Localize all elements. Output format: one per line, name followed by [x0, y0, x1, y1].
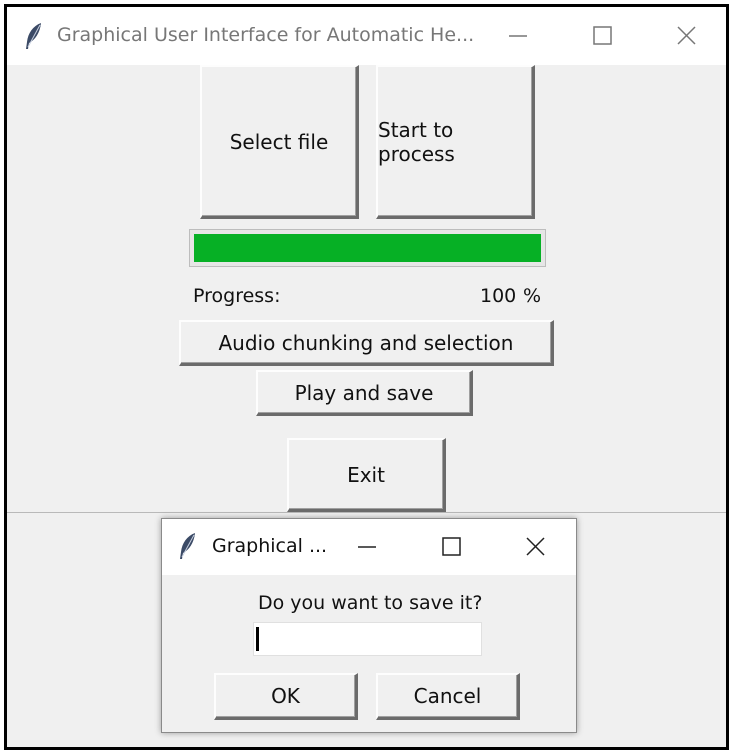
minimize-icon[interactable]: [505, 23, 531, 49]
save-dialog: Graphical ... Do you want to save it? OK…: [161, 518, 577, 733]
exit-button[interactable]: Exit: [287, 438, 446, 512]
close-icon[interactable]: [673, 23, 699, 49]
progress-bar: [189, 229, 546, 267]
save-name-input[interactable]: [253, 622, 482, 656]
start-to-process-button[interactable]: Start to process: [376, 65, 535, 219]
progress-value: 100: [480, 285, 517, 307]
dialog-title: Graphical ...: [212, 535, 328, 557]
maximize-icon[interactable]: [438, 534, 464, 560]
progress-label: Progress:: [193, 285, 281, 307]
minimize-icon[interactable]: [354, 534, 380, 560]
close-icon[interactable]: [522, 534, 548, 560]
main-window: Graphical User Interface for Automatic H…: [7, 7, 726, 513]
maximize-icon[interactable]: [589, 23, 615, 49]
text-caret: [256, 627, 259, 651]
feather-icon: [180, 533, 195, 559]
progress-bar-fill: [194, 234, 541, 262]
main-titlebar[interactable]: Graphical User Interface for Automatic H…: [7, 7, 726, 65]
cancel-button[interactable]: Cancel: [376, 673, 520, 720]
ok-button[interactable]: OK: [214, 673, 358, 720]
screenshot-frame: Graphical User Interface for Automatic H…: [4, 4, 729, 750]
save-prompt: Do you want to save it?: [258, 592, 483, 614]
audio-chunking-button[interactable]: Audio chunking and selection: [179, 320, 554, 366]
play-and-save-button[interactable]: Play and save: [256, 370, 473, 416]
progress-unit: %: [523, 285, 542, 307]
select-file-button[interactable]: Select file: [200, 65, 359, 219]
dialog-titlebar[interactable]: Graphical ...: [162, 519, 576, 575]
window-title: Graphical User Interface for Automatic H…: [57, 24, 475, 46]
feather-icon: [26, 23, 41, 49]
